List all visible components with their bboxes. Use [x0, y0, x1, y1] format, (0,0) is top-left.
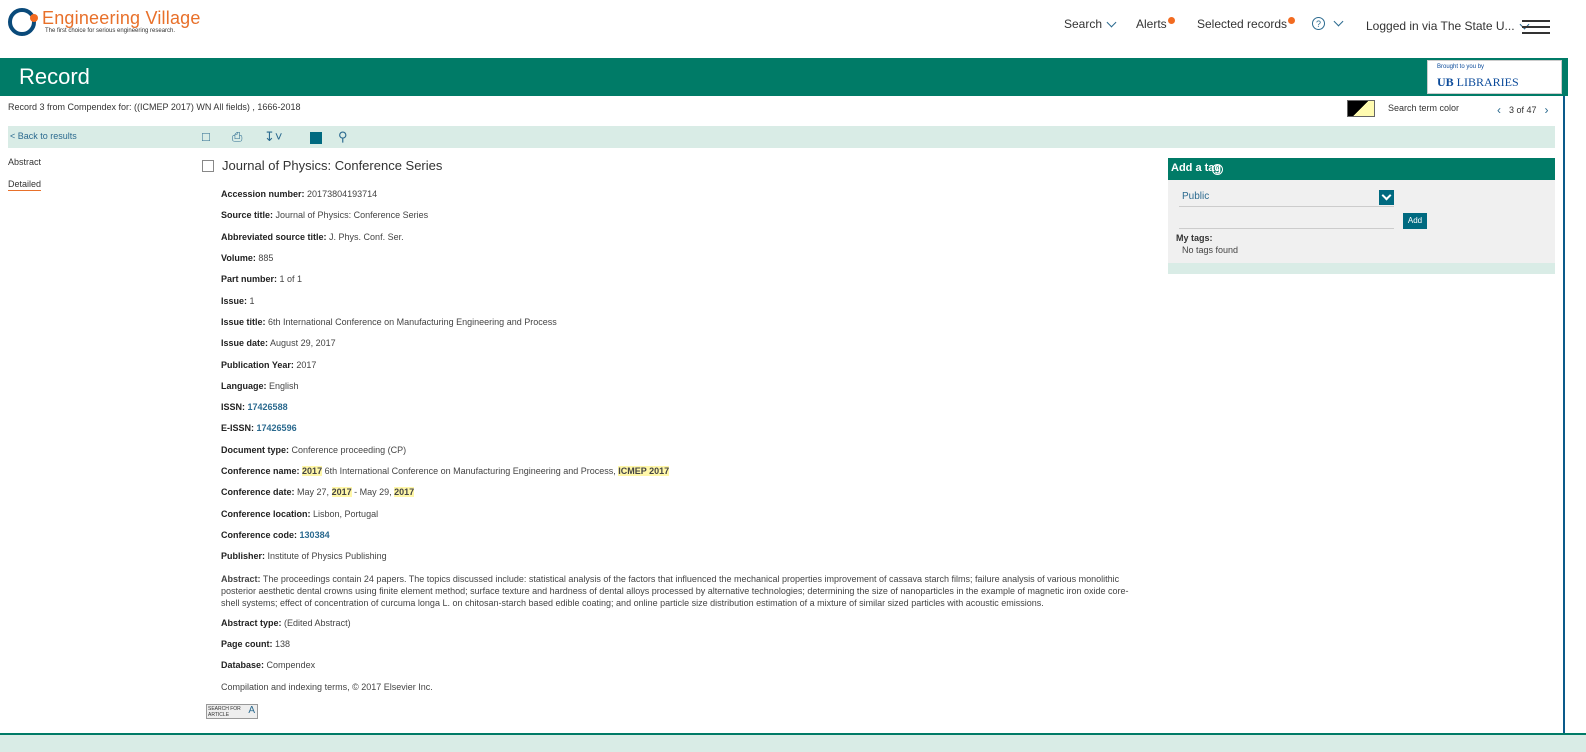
print-icon[interactable]: ⎙	[232, 129, 242, 145]
library-badge[interactable]: Brought to you by UB LIBRARIES	[1427, 60, 1562, 94]
breadcrumb: Record 3 from Compendex for: ((ICMEP 201…	[8, 102, 301, 112]
tag-visibility-select[interactable]: Public	[1179, 188, 1394, 207]
back-to-results-link[interactable]: < Back to results	[10, 131, 77, 141]
eissn-link[interactable]: 17426596	[257, 423, 297, 433]
help-icon: ?	[1312, 17, 1325, 30]
no-tags-text: No tags found	[1182, 245, 1239, 255]
record-pager: ‹ 3 of 47 ›	[1497, 103, 1549, 117]
bottom-toolbar	[0, 733, 1586, 752]
field-part-number: Part number: 1 of 1	[221, 274, 303, 284]
page-banner: Record	[0, 58, 1568, 96]
nav-selected-records[interactable]: Selected records	[1197, 16, 1296, 31]
logo-tagline: The first choice for serious engineering…	[45, 28, 176, 34]
my-tags-label: My tags:	[1176, 233, 1213, 243]
field-eissn: E-ISSN: 17426596	[221, 423, 297, 433]
alert-badge	[1167, 16, 1175, 24]
field-issn: ISSN: 17426588	[221, 402, 288, 412]
record-title: Journal of Physics: Conference Series	[222, 158, 443, 173]
nav-alerts[interactable]: Alerts	[1136, 16, 1175, 31]
find-article-button[interactable]: SEARCH FOR ARTICLE A	[206, 704, 258, 719]
field-conference-location: Conference location: Lisbon, Portugal	[221, 509, 379, 519]
comment-icon[interactable]: □	[202, 129, 210, 144]
info-icon[interactable]: i	[1212, 164, 1223, 175]
search-icon[interactable]: ⚲	[338, 129, 348, 145]
field-issue: Issue: 1	[221, 296, 255, 306]
nav-search[interactable]: Search	[1064, 17, 1117, 31]
library-name: UB LIBRARIES	[1437, 75, 1519, 89]
select-record-checkbox[interactable]	[202, 160, 214, 172]
search-term-color-swatch[interactable]	[1347, 100, 1375, 117]
field-abstract-type: Abstract type: (Edited Abstract)	[221, 618, 351, 628]
chevron-down-icon	[1106, 17, 1117, 27]
field-page-count: Page count: 138	[221, 639, 291, 649]
tag-panel-header: Add a tag i	[1168, 158, 1555, 180]
field-publication-year: Publication Year: 2017	[221, 360, 317, 370]
download-icon[interactable]: ↧˅	[264, 129, 282, 145]
field-language: Language: English	[221, 381, 299, 391]
chevron-down-icon	[1333, 16, 1344, 27]
search-term-color-label: Search term color	[1388, 103, 1460, 113]
nav-help[interactable]: ?	[1312, 16, 1344, 30]
field-issue-title: Issue title: 6th International Conferenc…	[221, 317, 557, 327]
field-source-title: Source title: Journal of Physics: Confer…	[221, 210, 429, 220]
tag-panel: Add a tag i Public Add My tags: No tags f…	[1168, 158, 1555, 274]
field-publisher: Publisher: Institute of Physics Publishi…	[221, 551, 387, 561]
add-tag-button[interactable]: Add	[1403, 213, 1427, 229]
next-record-icon[interactable]: ›	[1545, 103, 1549, 117]
copyright-note: Compilation and indexing terms, © 2017 E…	[221, 682, 433, 692]
window-edge	[1563, 0, 1565, 750]
tag-input[interactable]	[1179, 228, 1394, 229]
findit-icon: A	[248, 705, 255, 716]
logo-title: Engineering Village	[42, 8, 201, 28]
field-accession: Accession number: 20173804193714	[221, 189, 378, 199]
save-folder-icon[interactable]	[310, 132, 322, 144]
selected-badge	[1288, 16, 1296, 24]
conference-code-link[interactable]: 130384	[300, 530, 330, 540]
issn-link[interactable]: 17426588	[248, 402, 288, 412]
menu-icon[interactable]	[1522, 20, 1550, 38]
prev-record-icon[interactable]: ‹	[1497, 103, 1501, 117]
page-title: Record	[19, 64, 90, 89]
field-abstract: Abstract: The proceedings contain 24 pap…	[221, 574, 1129, 608]
pager-count: 3 of 47	[1509, 105, 1537, 115]
field-conference-name: Conference name: 2017 6th International …	[221, 466, 670, 476]
field-volume: Volume: 885	[221, 253, 274, 263]
ei-logo-icon	[8, 8, 38, 36]
record-toolbar: < Back to results □ ⎙ ↧˅ ⚲	[8, 126, 1555, 148]
tag-panel-footer	[1168, 263, 1555, 274]
chevron-down-icon[interactable]	[1379, 190, 1394, 205]
header: Engineering Village The first choice for…	[0, 0, 1586, 58]
field-database: Database: Compendex	[221, 660, 316, 670]
field-issue-date: Issue date: August 29, 2017	[221, 338, 336, 348]
brought-by-label: Brought to you by	[1437, 64, 1485, 70]
nav-logged-in[interactable]: Logged in via The State U...	[1366, 19, 1529, 33]
field-conference-date: Conference date: May 27, 2017 - May 29, …	[221, 487, 415, 497]
sidebar-item-detailed[interactable]: Detailed	[8, 179, 42, 191]
field-conference-code: Conference code: 130384	[221, 530, 330, 540]
field-abbrev-title: Abbreviated source title: J. Phys. Conf.…	[221, 232, 404, 242]
field-document-type: Document type: Conference proceeding (CP…	[221, 445, 407, 455]
logo[interactable]: Engineering Village The first choice for…	[8, 8, 201, 36]
sidebar-item-abstract[interactable]: Abstract	[8, 157, 41, 167]
